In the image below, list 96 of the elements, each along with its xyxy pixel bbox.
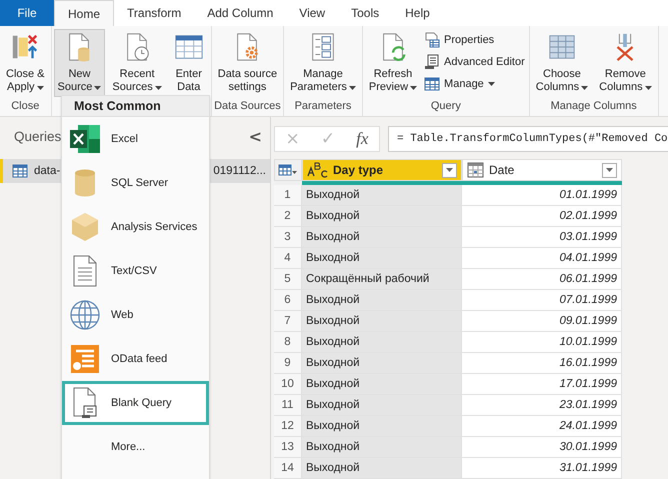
table-cell: 23.01.1999 [462, 395, 622, 416]
row-number: 7 [274, 311, 302, 332]
table-cell: 03.01.1999 [462, 227, 622, 248]
ribbon-button[interactable]: Data source settings [214, 29, 282, 97]
table-cell: Выходной [302, 437, 462, 458]
table-cell: 10.01.1999 [462, 332, 622, 353]
row-number: 8 [274, 332, 302, 353]
table-cell: 01.01.1999 [462, 185, 622, 206]
menu-item[interactable]: More... [62, 425, 209, 469]
ribbon-button[interactable]: Enter Data [168, 29, 209, 97]
globe-icon [68, 298, 102, 332]
table-cell: 24.01.1999 [462, 416, 622, 437]
menu-item[interactable]: Web [62, 293, 209, 337]
table-cell: Выходной [302, 311, 462, 332]
ribbon-tab[interactable]: View [286, 0, 338, 26]
calendar-icon [467, 162, 485, 178]
menu-item[interactable]: Analysis Services [62, 205, 209, 249]
caret-icon [446, 168, 453, 172]
ribbon-button[interactable]: New Source [54, 29, 106, 97]
table-cell: Выходной [302, 458, 462, 479]
ribbon-tab[interactable]: Help [392, 0, 443, 26]
row-number: 3 [274, 227, 302, 248]
row-number: 5 [274, 269, 302, 290]
ribbon-button[interactable]: Choose Columns [532, 29, 592, 97]
row-number: 14 [274, 458, 302, 479]
pane-title: Queries [14, 128, 62, 144]
table-cell: 06.01.1999 [462, 269, 622, 290]
ribbon-tab[interactable]: Add Column [194, 0, 286, 26]
table-cell: Выходной [302, 374, 462, 395]
column-header[interactable]: Day type [302, 159, 462, 181]
ribbon-button[interactable]: Properties [424, 30, 527, 49]
spreadsheet-icon [68, 122, 102, 156]
scroll-icon [424, 54, 440, 70]
row-number: 10 [274, 374, 302, 395]
table-cell: 31.01.1999 [462, 458, 622, 479]
row-number: 2 [274, 206, 302, 227]
group-label: Query [430, 99, 462, 114]
group-label: Close [10, 99, 40, 114]
table-cell: Выходной [302, 416, 462, 437]
table-menu-button[interactable] [274, 159, 302, 181]
ribbon-button[interactable]: Refresh Preview [364, 29, 422, 97]
menu-item[interactable]: Text/CSV [62, 249, 209, 293]
table-cell: Выходной [302, 185, 462, 206]
ribbon-button[interactable]: Manage [424, 74, 527, 93]
filter-button[interactable] [602, 162, 617, 178]
row-number: 9 [274, 353, 302, 374]
ribbon-tab[interactable]: Transform [114, 0, 194, 26]
filter-button[interactable] [442, 162, 457, 178]
table-cell: Выходной [302, 332, 462, 353]
ribbon-button[interactable]: Recent Sources [108, 29, 166, 97]
row-number: 6 [274, 290, 302, 311]
table-cell: Выходной [302, 206, 462, 227]
table-cell: 30.01.1999 [462, 437, 622, 458]
group-label: Manage Columns [550, 99, 638, 114]
row-number: 13 [274, 437, 302, 458]
menu-item[interactable]: SQL Server [62, 161, 209, 205]
file-tab[interactable]: File [0, 0, 54, 26]
table-icon [12, 164, 28, 178]
table-cell: Выходной [302, 353, 462, 374]
menu-item[interactable]: Excel [62, 117, 209, 161]
collapse-button[interactable]: < [248, 126, 262, 146]
table-cell: 17.01.1999 [462, 374, 622, 395]
table-cell: 04.01.1999 [462, 248, 622, 269]
table-cell: 02.01.1999 [462, 206, 622, 227]
table-icon [278, 164, 298, 176]
formula-field[interactable]: = Table.TransformColumnTypes(#"Removed Co [388, 126, 668, 152]
ribbon-button[interactable]: Remove Columns [595, 29, 656, 97]
group-label: Data Sources [214, 99, 282, 114]
menu-item[interactable]: OData feed [62, 337, 209, 381]
ribbon-button[interactable]: Manage Parameters [286, 29, 360, 97]
group-label: Parameters [294, 99, 352, 114]
table-cell: Выходной [302, 290, 462, 311]
properties-icon [424, 32, 440, 48]
table-cell: 07.01.1999 [462, 290, 622, 311]
table-cell: Сокращённый рабочий [302, 269, 462, 290]
row-number: 12 [274, 416, 302, 437]
ribbon-button[interactable]: Advanced Editor [424, 52, 527, 71]
ribbon-tab[interactable]: Tools [338, 0, 392, 26]
table-cell: 16.01.1999 [462, 353, 622, 374]
caret-icon [606, 168, 613, 172]
table-cell: Выходной [302, 395, 462, 416]
table-cell: Выходной [302, 227, 462, 248]
row-number: 4 [274, 248, 302, 269]
feed-icon [68, 342, 102, 376]
column-header[interactable]: Date [462, 159, 622, 181]
function-button[interactable]: fx [356, 129, 368, 149]
ribbon-tab[interactable]: Home [54, 0, 114, 26]
row-number: 1 [274, 185, 302, 206]
menu-item[interactable]: Blank Query [62, 381, 209, 425]
table-cell: 09.01.1999 [462, 311, 622, 332]
text-type-icon [307, 162, 329, 178]
table-cell: Выходной [302, 248, 462, 269]
row-number: 11 [274, 395, 302, 416]
ribbon-button[interactable]: Close & Apply [2, 29, 49, 97]
table-icon [424, 76, 440, 92]
menu-header: Most Common [62, 96, 209, 117]
